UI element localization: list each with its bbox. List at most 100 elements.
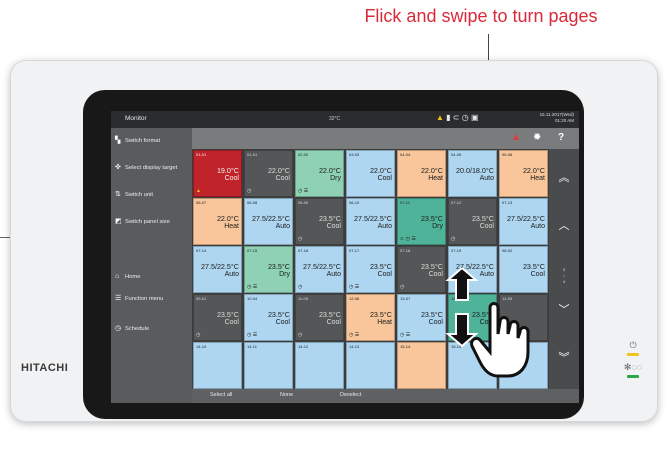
unit-tile[interactable]: 12-06 23.5°C Heat ◷ ☰ [346, 294, 395, 341]
settings-icon[interactable]: ✹ [533, 132, 541, 143]
tile-mode: Auto [479, 175, 494, 182]
tile-unit-id: 15-14 [400, 344, 411, 349]
unit-tile[interactable]: 07-16 27.5/22.5°C Auto ◷ [295, 246, 344, 293]
sidebar-item-label: Switch panel size [125, 219, 170, 225]
tile-unit-id: 11-05 [298, 296, 308, 301]
total-pages: 4 [562, 279, 566, 284]
swipe-gesture-icon [445, 268, 530, 378]
power-icon: ⏻ [629, 340, 637, 350]
tile-unit-id: 03-03 [349, 152, 360, 157]
tile-setpoint: 23.5°C [369, 310, 392, 319]
sidebar-item-switch-unit[interactable]: ⇅ Switch unit [115, 190, 153, 198]
tile-setpoint: 23.5°C [267, 310, 290, 319]
unit-tile[interactable]: 07-17 23.5°C Cool ◷ ☰ [346, 246, 395, 293]
select-all-button[interactable]: Select all [210, 392, 232, 398]
unit-tile[interactable]: 07-15 23.5°C Dry ◷ ☰ [244, 246, 293, 293]
tile-setpoint: 22.0°C [420, 166, 443, 175]
tile-unit-id: 10-04 [247, 296, 258, 301]
tile-mode: Heat [224, 223, 239, 230]
page-up-button[interactable]: ︿ [549, 217, 579, 233]
link-icon[interactable]: ⊂ [453, 113, 460, 122]
unit-tile[interactable]: 06-10 27.5/22.5°C Auto [346, 198, 395, 245]
brand-logo: HITACHI [21, 362, 69, 374]
power-led [627, 353, 639, 356]
time-text: 01:20 AM [554, 118, 574, 123]
page-down-button[interactable]: ﹀ [549, 301, 579, 317]
panel-icon: ◩ [115, 218, 122, 225]
tile-unit-id: 02-02 [298, 152, 309, 157]
sidebar-item-switch-panel[interactable]: ◩ Switch panel size [115, 217, 170, 225]
unit-tile[interactable]: 01-01 19.0°C Cool ▲ [193, 150, 242, 197]
unit-tile[interactable]: 03-03 22.0°C Cool [346, 150, 395, 197]
doc-icon[interactable]: ▣ [471, 113, 479, 122]
unit-tile[interactable]: 05-06 22.0°C Heat [499, 150, 548, 197]
unit-tile[interactable]: 09-01 23.5°C Cool ◷ [193, 294, 242, 341]
unit-tile[interactable]: 06-08 27.5/22.5°C Auto [244, 198, 293, 245]
tile-mode: Cool [275, 175, 290, 182]
page-last-button[interactable]: ︾ [549, 349, 579, 365]
clock-icon: ◷ [298, 332, 303, 338]
unit-tile[interactable]: 14-12 [295, 342, 344, 389]
tile-setpoint: 23.5°C [318, 310, 341, 319]
clock-icon: ◷ [451, 236, 456, 242]
unit-tile[interactable]: 13-07 23.5°C Cool ◷ ☰ [397, 294, 446, 341]
sidebar-item-schedule[interactable]: ◷ Schedule [115, 324, 149, 332]
sidebar-item-label: Switch unit [125, 192, 154, 198]
tile-unit-id: 07-16 [298, 248, 309, 253]
clock-icon: ◷ [298, 236, 303, 242]
tile-mode: Auto [275, 223, 290, 230]
deselect-button[interactable]: Deselect [340, 392, 361, 398]
tile-mode: Heat [428, 175, 443, 182]
tile-setpoint: 23.5°C [369, 262, 392, 271]
none-button[interactable]: None [280, 392, 293, 398]
unit-tile[interactable]: 04-05 20.0/18.0°C Auto [448, 150, 497, 197]
unit-tile[interactable]: 07-18 23.5°C Cool ◷ [397, 246, 446, 293]
unit-tile[interactable]: 07-11 23.5°C Dry ⊂ ◷ ☰ [397, 198, 446, 245]
tile-mode: Cool [377, 271, 392, 278]
warning-icon[interactable]: ▲ [436, 113, 444, 122]
sidebar-item-switch-format[interactable]: ▚ Switch format [115, 136, 160, 144]
unit-tile[interactable]: 04-04 22.0°C Heat [397, 150, 446, 197]
clock-icon: ◷ [115, 325, 122, 332]
tile-unit-id: 04-04 [400, 152, 411, 157]
tile-setpoint: 19.0°C [216, 166, 239, 175]
alarm-icon[interactable]: ▲ [511, 132, 521, 143]
help-icon[interactable]: ? [558, 132, 564, 143]
sidebar-item-home[interactable]: ⌂ Home [115, 273, 140, 280]
unit-tile[interactable]: 07-12 23.5°C Cool ◷ [448, 198, 497, 245]
unit-tile[interactable]: 14-11 [244, 342, 293, 389]
sidebar-item-label: Schedule [125, 326, 150, 332]
tile-mode: Cool [377, 175, 392, 182]
device-icon[interactable]: ▮ [446, 113, 450, 122]
tile-unit-id: 08-02 [502, 248, 513, 253]
unit-tile[interactable]: 14-13 [346, 342, 395, 389]
unit-tile[interactable]: 10-04 23.5°C Cool ◷ ☰ [244, 294, 293, 341]
page-first-button[interactable]: ︽ [549, 169, 579, 185]
tile-unit-id: 09-01 [196, 296, 207, 301]
tile-unit-id: 14-13 [349, 344, 360, 349]
unit-tile[interactable]: 11-05 23.5°C Cool ◷ [295, 294, 344, 341]
tile-setpoint: 23.5°C [216, 310, 239, 319]
unit-tile[interactable]: 01-01 22.0°C Cool ◷ [244, 150, 293, 197]
timer-list-icon: ◷ ☰ [247, 332, 258, 338]
control-icon: ⊂ ◷ ☰ [400, 236, 416, 242]
sidebar-item-select-target[interactable]: ✜ Select display target [115, 163, 177, 171]
tile-mode: Auto [377, 223, 392, 230]
unit-tile[interactable]: 14-10 [193, 342, 242, 389]
clock-icon[interactable]: ◷ [462, 113, 469, 122]
unit-tile[interactable]: 05-07 22.0°C Heat [193, 198, 242, 245]
sidebar-item-function-menu[interactable]: ☰ Function menu [115, 294, 163, 302]
clock-readout: 15.11.2017(Wed) 01:20 AM [532, 112, 574, 124]
unit-tile[interactable]: 15-14 [397, 342, 446, 389]
sidebar: ▚ Switch format ✜ Select display target ⇅ S… [111, 128, 192, 403]
unit-tile[interactable]: 07-13 27.5/22.5°C Auto [499, 198, 548, 245]
unit-tile[interactable]: 07-14 27.5/22.5°C Auto [193, 246, 242, 293]
tile-mode: Auto [530, 223, 545, 230]
page-scroller: ︽ ︿ 3 / 4 ﹀ ︾ [549, 149, 579, 389]
unit-tile[interactable]: 02-02 22.0°C Dry ◷ ☰ [295, 150, 344, 197]
unit-tile[interactable]: 06-09 23.5°C Cool ◷ [295, 198, 344, 245]
home-icon: ⌂ [115, 273, 120, 280]
callout-caption: Flick and swipe to turn pages [364, 6, 598, 26]
tile-mode: Cool [224, 319, 239, 326]
tile-mode: Cool [530, 271, 545, 278]
